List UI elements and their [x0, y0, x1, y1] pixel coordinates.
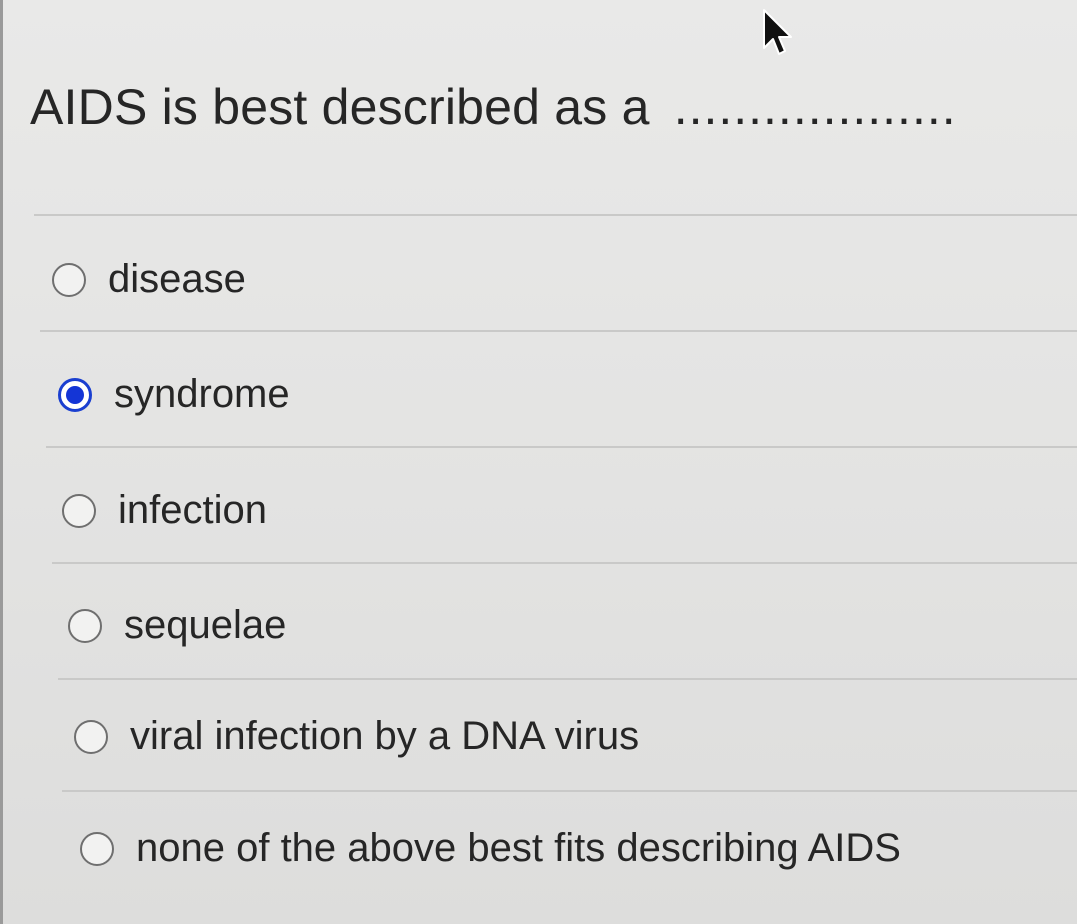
radio-button[interactable]: [52, 262, 86, 297]
divider: [34, 214, 1077, 216]
mouse-pointer-icon: [763, 9, 792, 55]
option-label: disease: [108, 257, 246, 301]
left-edge-border: [0, 0, 3, 924]
option-label: viral infection by a DNA virus: [130, 714, 640, 758]
radio-button[interactable]: [62, 493, 96, 528]
radio-button-selected[interactable]: [58, 377, 92, 412]
option-infection[interactable]: infection: [62, 488, 267, 533]
question-text: AIDS is best described as a ............…: [30, 78, 957, 136]
radio-button[interactable]: [80, 831, 114, 866]
option-disease[interactable]: disease: [52, 257, 246, 302]
divider: [52, 562, 1077, 564]
question-blank: ...................: [673, 79, 957, 135]
divider: [58, 678, 1077, 680]
option-viral-infection-dna-virus[interactable]: viral infection by a DNA virus: [74, 714, 639, 759]
option-label: infection: [118, 488, 267, 532]
option-none-of-the-above[interactable]: none of the above best fits describing A…: [80, 826, 901, 871]
question-prompt: AIDS is best described as a: [30, 79, 650, 135]
radio-button[interactable]: [68, 608, 102, 643]
option-label: none of the above best fits describing A…: [136, 826, 901, 870]
option-label: sequelae: [124, 603, 287, 647]
divider: [62, 790, 1077, 792]
option-sequelae[interactable]: sequelae: [68, 603, 286, 648]
option-label: syndrome: [114, 372, 290, 416]
divider: [40, 330, 1077, 332]
option-syndrome[interactable]: syndrome: [58, 372, 290, 417]
radio-button[interactable]: [74, 719, 108, 754]
divider: [46, 446, 1077, 448]
